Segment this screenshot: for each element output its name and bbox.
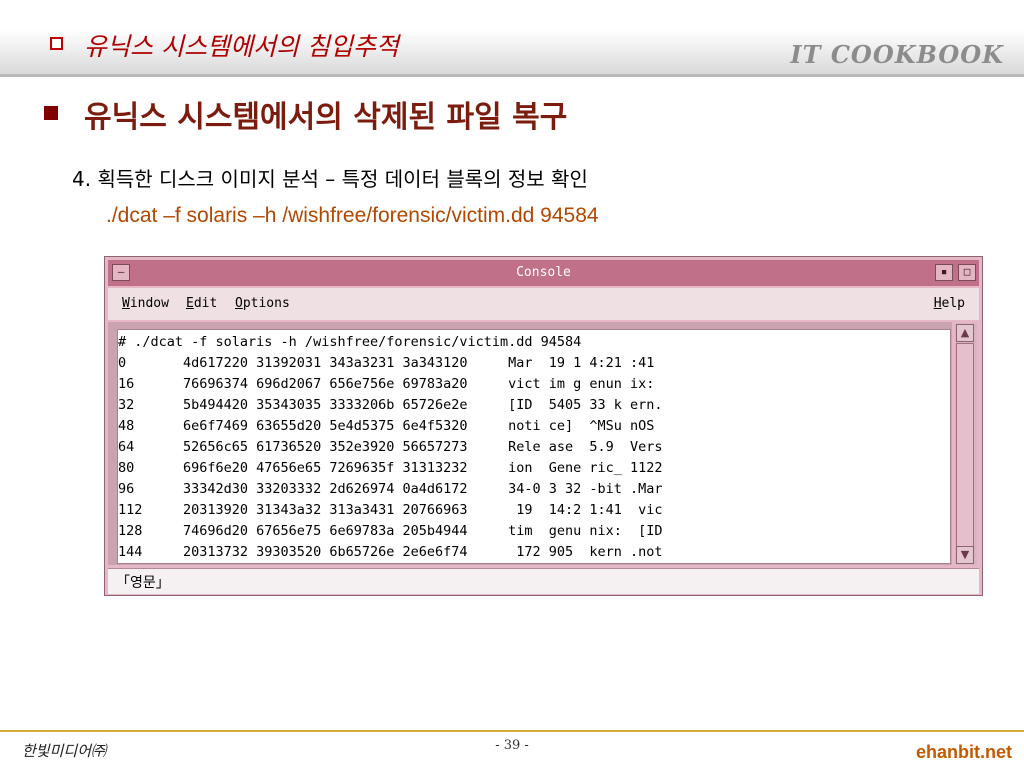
checkbox-bullet-icon: [50, 37, 63, 50]
console-window: — Console ▪ □ Window Edit Options Help #…: [104, 256, 983, 596]
terminal-line: 96 33342d30 33203332 2d626974 0a4d6172 3…: [118, 481, 663, 497]
menu-options[interactable]: Options: [235, 296, 290, 311]
console-menubar: Window Edit Options Help: [108, 288, 979, 320]
terminal-line: 144 20313732 39303520 6b65726e 2e6e6f74 …: [118, 544, 663, 560]
footer-site: ehanbit.net: [915, 742, 1012, 762]
command-text: ./dcat –f solaris –h /wishfree/forensic/…: [106, 204, 599, 227]
terminal-line: # ./dcat -f solaris -h /wishfree/forensi…: [118, 334, 582, 350]
terminal-output[interactable]: # ./dcat -f solaris -h /wishfree/forensi…: [117, 329, 951, 564]
minimize-icon[interactable]: ▪: [935, 264, 953, 281]
menu-edit-label: dit: [193, 296, 218, 311]
scroll-down-icon[interactable]: ▼: [956, 546, 974, 564]
console-title: Console: [516, 265, 571, 280]
footer-divider: [0, 730, 1024, 732]
scroll-up-icon[interactable]: ▲: [956, 324, 974, 342]
terminal-line: 16 76696374 696d2067 656e756e 69783a20 v…: [118, 376, 655, 392]
terminal-line: 64 52656c65 61736520 352e3920 56657273 R…: [118, 439, 663, 455]
maximize-icon[interactable]: □: [958, 264, 976, 281]
menu-edit[interactable]: Edit: [186, 296, 217, 311]
page-number: - 39 -: [495, 738, 529, 753]
header-title: 유닉스 시스템에서의 침입추적: [84, 32, 399, 61]
vertical-scrollbar[interactable]: ▲ ▼: [955, 323, 977, 565]
console-titlebar[interactable]: — Console ▪ □: [108, 260, 979, 286]
terminal-line: 128 74696d20 67656e75 6e69783a 205b4944 …: [118, 523, 663, 539]
square-bullet-icon: [44, 106, 58, 120]
menu-help-label: elp: [941, 296, 965, 311]
scrollbar-thumb[interactable]: [956, 343, 974, 553]
input-mode-status: 「영문」: [116, 575, 170, 591]
menu-window-key: W: [122, 296, 130, 311]
menu-help[interactable]: Help: [934, 296, 965, 311]
menu-options-key: O: [235, 296, 243, 311]
slide-heading: 유닉스 시스템에서의 삭제된 파일 복구: [84, 100, 568, 135]
menu-help-key: H: [933, 296, 942, 311]
terminal-line: 32 5b494420 35343035 3333206b 65726e2e […: [118, 397, 663, 413]
step-text: 4. 획득한 디스크 이미지 분석 – 특정 데이터 블록의 정보 확인: [72, 167, 588, 191]
menu-window[interactable]: Window: [122, 296, 169, 311]
brand-logo-text: IT COOKBOOK: [790, 40, 1004, 69]
console-statusbar: 「영문」: [108, 568, 979, 594]
terminal-line: 80 696f6e20 47656e65 7269635f 31313232 i…: [118, 460, 663, 476]
terminal-line: 0 4d617220 31392031 343a3231 3a343120 Ma…: [118, 355, 655, 371]
menu-options-label: ptions: [242, 296, 290, 311]
terminal-line: 112 20313920 31343a32 313a3431 20766963 …: [118, 502, 663, 518]
menu-window-label: indow: [129, 296, 169, 311]
header-divider: [0, 74, 1024, 77]
menu-edit-key: E: [186, 296, 194, 311]
terminal-line: 48 6e6f7469 63655d20 5e4d5375 6e4f5320 n…: [118, 418, 655, 434]
